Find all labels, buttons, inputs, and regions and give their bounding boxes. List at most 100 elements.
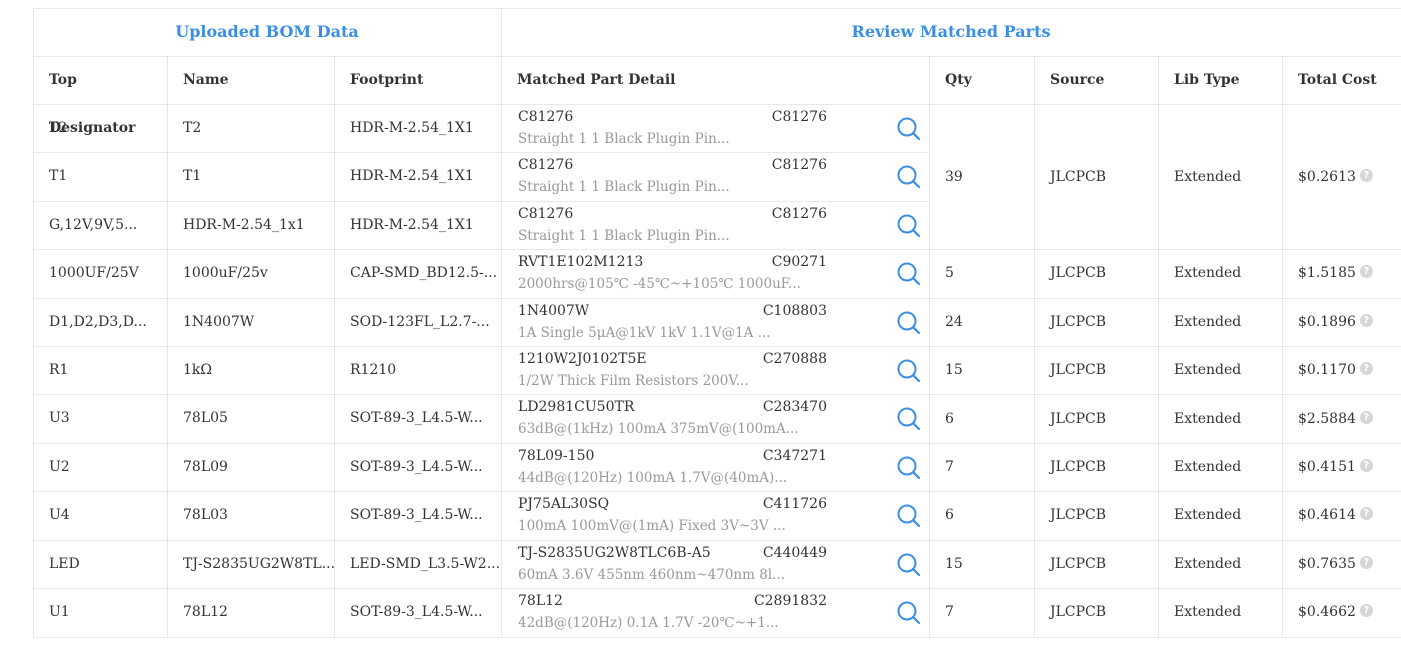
matched-part-code[interactable]: C440449: [763, 545, 827, 561]
search-icon[interactable]: [896, 261, 922, 287]
cell-name: 78L12: [183, 604, 228, 620]
search-icon[interactable]: [896, 503, 922, 529]
cell-designator: T1: [49, 168, 68, 185]
matched-part-code[interactable]: C347271: [763, 448, 827, 464]
matched-part-number[interactable]: LD2981CU50TR: [518, 399, 634, 415]
column-divider: [929, 56, 930, 638]
cell-total-cost: $0.2613?: [1282, 153, 1401, 201]
cell-total-cost: $0.4662?: [1282, 588, 1401, 636]
cell-qty: 6: [945, 410, 954, 427]
total-cost-value: $0.4614: [1298, 507, 1356, 524]
cell-lib-type: Extended: [1174, 410, 1242, 427]
column-divider: [167, 56, 168, 638]
cell-name: 1N4007W: [183, 313, 255, 330]
question-icon[interactable]: ?: [1359, 604, 1373, 618]
column-divider: [33, 8, 34, 638]
header-footprint[interactable]: Footprint: [334, 56, 501, 104]
cell-designator: U2: [49, 458, 70, 475]
cell-lib-type: Extended: [1174, 604, 1242, 621]
column-divider: [1158, 56, 1159, 638]
matched-part-number[interactable]: 1N4007W: [518, 303, 589, 319]
row-divider: [33, 637, 1401, 638]
matched-part-code[interactable]: C411726: [763, 496, 827, 512]
header-name[interactable]: Name: [167, 56, 334, 104]
matched-part-code[interactable]: C90271: [772, 254, 827, 270]
matched-part-number[interactable]: TJ-S2835UG2W8TLC6B-A5: [518, 545, 711, 561]
question-icon[interactable]: ?: [1359, 555, 1373, 569]
question-icon[interactable]: ?: [1359, 265, 1373, 279]
cell-footprint: SOT-89-3_L4.5-W...: [350, 507, 483, 524]
search-icon[interactable]: [896, 116, 922, 142]
cell-lib-type: Extended: [1174, 265, 1242, 282]
cell-qty: 15: [945, 362, 963, 379]
header-top-designator[interactable]: Top Designator: [33, 56, 167, 136]
cell-qty: 15: [945, 555, 963, 572]
cell-total-cost: $0.1896?: [1282, 298, 1401, 346]
cell-source: JLCPCB: [1050, 168, 1107, 185]
matched-part-number[interactable]: C81276: [518, 206, 573, 222]
cell-footprint: SOT-89-3_L4.5-W...: [350, 458, 483, 475]
total-cost-value: $2.5884: [1298, 410, 1356, 427]
matched-part-description: Straight 1 1 Black Plugin Pin...: [518, 131, 730, 147]
search-icon[interactable]: [896, 406, 922, 432]
question-icon[interactable]: ?: [1359, 168, 1373, 182]
uploaded-bom-group-header: Uploaded BOM Data: [175, 22, 359, 41]
cell-designator: T2: [49, 120, 68, 136]
search-icon[interactable]: [896, 164, 922, 190]
cell-total-cost: $0.1170?: [1282, 346, 1401, 394]
matched-part-number[interactable]: 78L12: [518, 593, 563, 609]
header-qty[interactable]: Qty: [929, 56, 1034, 104]
total-cost-value: $0.1170: [1298, 362, 1356, 379]
matched-part-code[interactable]: C81276: [772, 206, 827, 222]
header-total-cost[interactable]: Total Cost: [1282, 56, 1401, 104]
matched-part-number[interactable]: RVT1E102M1213: [518, 254, 643, 270]
cell-footprint: SOT-89-3_L4.5-W...: [350, 410, 483, 427]
cell-source: JLCPCB: [1050, 507, 1107, 524]
matched-part-description: 44dB@(120Hz) 100mA 1.7V@(40mA)...: [518, 469, 788, 486]
question-icon[interactable]: ?: [1359, 362, 1373, 376]
cell-total-cost: $2.5884?: [1282, 395, 1401, 443]
matched-part-number[interactable]: PJ75AL30SQ: [518, 496, 609, 512]
question-icon[interactable]: ?: [1359, 410, 1373, 424]
cell-name: 78L03: [183, 507, 228, 524]
cell-source: JLCPCB: [1050, 555, 1107, 572]
matched-part-code[interactable]: C283470: [763, 399, 827, 415]
search-icon[interactable]: [896, 600, 922, 626]
question-icon[interactable]: ?: [1359, 459, 1373, 472]
search-icon[interactable]: [896, 455, 922, 481]
column-divider: [1034, 56, 1035, 638]
cell-footprint: CAP-SMD_BD12.5-...: [350, 265, 498, 282]
search-icon[interactable]: [896, 310, 922, 336]
matched-part-number[interactable]: C81276: [518, 157, 573, 173]
cell-total-cost: $0.4151?: [1282, 443, 1401, 491]
header-lib-type[interactable]: Lib Type: [1158, 56, 1282, 104]
cell-designator: U1: [49, 604, 70, 620]
cell-designator: U4: [49, 507, 70, 524]
cell-footprint: HDR-M-2.54_1X1: [350, 168, 474, 185]
question-icon[interactable]: ?: [1359, 313, 1373, 327]
cell-footprint: R1210: [350, 362, 397, 378]
cell-designator: G,12V,9V,5...: [49, 216, 138, 233]
matched-part-code[interactable]: C108803: [763, 303, 827, 319]
matched-part-number[interactable]: C81276: [518, 109, 573, 125]
total-cost-value: $0.4151: [1298, 459, 1356, 475]
matched-part-number[interactable]: 78L09-150: [518, 448, 594, 464]
matched-part-code[interactable]: C2891832: [754, 593, 827, 609]
search-icon[interactable]: [896, 358, 922, 384]
cell-qty: 7: [945, 459, 954, 475]
cell-lib-type: Extended: [1174, 507, 1242, 524]
matched-part-code[interactable]: C81276: [772, 157, 827, 173]
matched-part-number[interactable]: 1210W2J0102T5E: [518, 351, 647, 367]
cell-name: 78L05: [183, 410, 228, 427]
matched-part-code[interactable]: C81276: [772, 109, 827, 125]
question-icon[interactable]: ?: [1359, 507, 1373, 521]
header-source[interactable]: Source: [1034, 56, 1158, 104]
search-icon[interactable]: [896, 552, 922, 578]
cell-qty: 6: [945, 507, 954, 524]
matched-part-description: 100mA 100mV@(1mA) Fixed 3V~3V ...: [518, 518, 786, 535]
search-icon[interactable]: [896, 213, 922, 239]
cell-footprint: SOT-89-3_L4.5-W...: [350, 604, 483, 620]
matched-part-code[interactable]: C270888: [763, 351, 827, 367]
cell-total-cost: $0.7635?: [1282, 540, 1401, 588]
header-matched-part-detail[interactable]: Matched Part Detail: [501, 56, 929, 104]
